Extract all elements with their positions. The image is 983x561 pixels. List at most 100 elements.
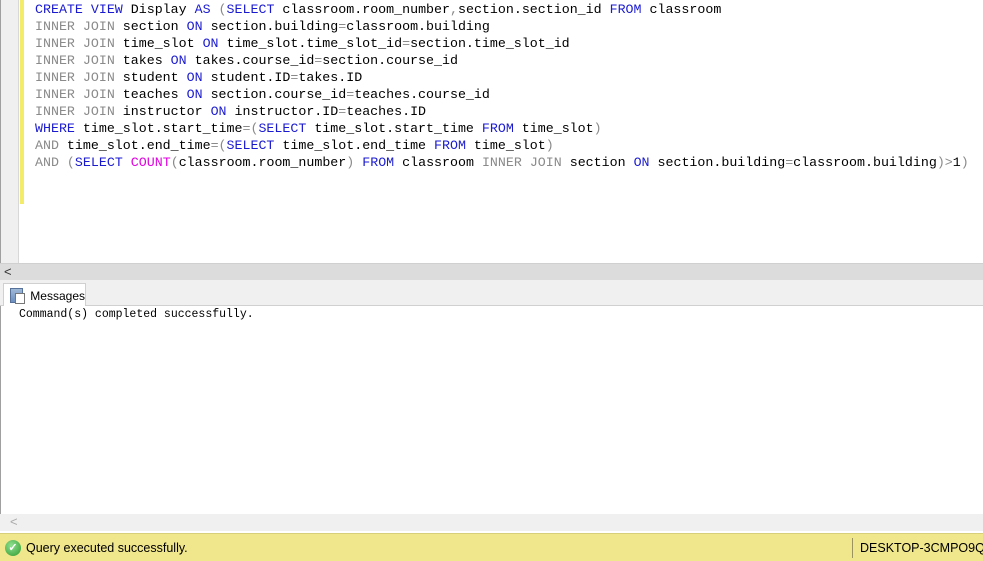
success-check-icon: ✓ xyxy=(5,539,21,556)
code-token: section xyxy=(561,155,634,170)
code-token: 1 xyxy=(952,155,961,170)
code-token: teaches xyxy=(114,87,187,102)
code-token: ON xyxy=(170,53,187,68)
code-token: takes.ID xyxy=(298,70,363,85)
code-token: time_slot.time_slot_id xyxy=(218,36,403,51)
code-token: takes xyxy=(114,53,171,68)
code-token: COUNT xyxy=(130,155,171,170)
code-token: =( xyxy=(210,138,227,153)
code-token: time_slot xyxy=(465,138,546,153)
code-token: section.course_id xyxy=(322,53,458,68)
code-line: INNER JOIN student ON student.ID=takes.I… xyxy=(35,69,969,86)
code-token: FROM xyxy=(362,155,395,170)
code-token: FROM xyxy=(481,121,514,136)
message-text: Command(s) completed successfully. xyxy=(19,308,254,321)
code-line: WHERE time_slot.start_time=(SELECT time_… xyxy=(35,120,969,137)
code-token: classroom xyxy=(394,155,482,170)
tab-messages-label: Messages xyxy=(30,288,85,303)
code-token: FROM xyxy=(434,138,466,153)
code-token: time_slot.start_time xyxy=(306,121,482,136)
editor-gutter xyxy=(1,0,19,263)
code-token: , xyxy=(450,2,458,17)
code-token: section xyxy=(114,19,187,34)
code-token: time_slot xyxy=(114,36,203,51)
code-token: Display xyxy=(122,2,195,17)
code-token: ON xyxy=(633,155,650,170)
code-token: ON xyxy=(202,36,219,51)
code-token: INNER JOIN xyxy=(35,53,115,68)
code-token: SELECT xyxy=(226,2,275,17)
code-token: =( xyxy=(242,121,259,136)
code-token: section.building xyxy=(202,19,339,34)
code-token: ON xyxy=(186,87,203,102)
code-token: AS xyxy=(194,2,211,17)
code-line: INNER JOIN teaches ON section.course_id=… xyxy=(35,86,969,103)
code-token: classroom.building xyxy=(346,19,490,34)
code-token: WHERE xyxy=(35,121,75,136)
results-tab-bar: Messages xyxy=(0,280,983,307)
editor-horizontal-scrollbar[interactable]: < xyxy=(0,263,983,280)
code-token: classroom.room_number xyxy=(178,155,347,170)
code-token: )> xyxy=(936,155,953,170)
code-token: teaches.ID xyxy=(346,104,427,119)
code-token: SELECT xyxy=(226,138,275,153)
code-token: time_slot.end_time xyxy=(274,138,435,153)
code-token: ON xyxy=(186,19,203,34)
messages-icon xyxy=(10,288,26,304)
code-token: = xyxy=(402,36,411,51)
code-token: SELECT xyxy=(258,121,307,136)
scroll-left-icon[interactable]: < xyxy=(4,264,12,280)
code-token: section.section_id xyxy=(457,2,610,17)
code-token: SELECT xyxy=(74,155,123,170)
code-line: INNER JOIN time_slot ON time_slot.time_s… xyxy=(35,35,969,52)
status-bar: ✓ Query executed successfully. DESKTOP-3… xyxy=(0,533,983,561)
code-token: = xyxy=(785,155,794,170)
code-token: ( xyxy=(210,2,227,17)
code-token: student xyxy=(114,70,187,85)
code-line: INNER JOIN instructor ON instructor.ID=t… xyxy=(35,103,969,120)
code-token: takes.course_id xyxy=(186,53,315,68)
code-token: ( xyxy=(170,155,179,170)
code-token: classroom.building xyxy=(793,155,937,170)
code-token: section.course_id xyxy=(202,87,347,102)
code-token: instructor xyxy=(114,104,211,119)
code-token: classroom xyxy=(641,2,722,17)
change-indicator-bar xyxy=(20,0,24,204)
code-token: classroom.room_number xyxy=(274,2,450,17)
sql-code[interactable]: CREATE VIEW Display AS (SELECT classroom… xyxy=(35,1,969,171)
code-token: INNER JOIN xyxy=(481,155,562,170)
code-token: section.building xyxy=(649,155,786,170)
code-token: ( xyxy=(58,155,75,170)
query-editor[interactable]: CREATE VIEW Display AS (SELECT classroom… xyxy=(0,0,983,263)
code-token: INNER JOIN xyxy=(35,36,115,51)
code-token: time_slot.end_time xyxy=(58,138,211,153)
code-token: teaches.course_id xyxy=(354,87,490,102)
tab-messages[interactable]: Messages xyxy=(3,283,86,307)
code-line: INNER JOIN section ON section.building=c… xyxy=(35,18,969,35)
code-token: CREATE VIEW xyxy=(35,2,123,17)
code-token: FROM xyxy=(609,2,642,17)
code-token: INNER JOIN xyxy=(35,104,115,119)
code-token: ON xyxy=(186,70,203,85)
code-token: ) xyxy=(593,121,602,136)
code-token: time_slot xyxy=(513,121,594,136)
status-text: Query executed successfully. xyxy=(26,540,188,555)
code-token: ON xyxy=(210,104,227,119)
code-line: INNER JOIN takes ON takes.course_id=sect… xyxy=(35,52,969,69)
messages-pane: Command(s) completed successfully. xyxy=(0,306,983,514)
scroll-left-icon[interactable]: < xyxy=(10,514,18,530)
code-token: INNER JOIN xyxy=(35,19,115,34)
code-token: section.time_slot_id xyxy=(410,36,570,51)
code-token: time_slot.start_time xyxy=(74,121,243,136)
code-line: AND (SELECT COUNT(classroom.room_number)… xyxy=(35,154,969,171)
code-line: AND time_slot.end_time=(SELECT time_slot… xyxy=(35,137,969,154)
code-token: INNER JOIN xyxy=(35,87,115,102)
code-token: student.ID xyxy=(202,70,291,85)
code-line: CREATE VIEW Display AS (SELECT classroom… xyxy=(35,1,969,18)
code-token: ) xyxy=(545,138,554,153)
code-token: instructor.ID xyxy=(226,104,339,119)
messages-horizontal-scrollbar[interactable]: < xyxy=(0,514,983,531)
code-token: INNER JOIN xyxy=(35,70,115,85)
server-name: DESKTOP-3CMPO9Q\M xyxy=(852,538,983,558)
